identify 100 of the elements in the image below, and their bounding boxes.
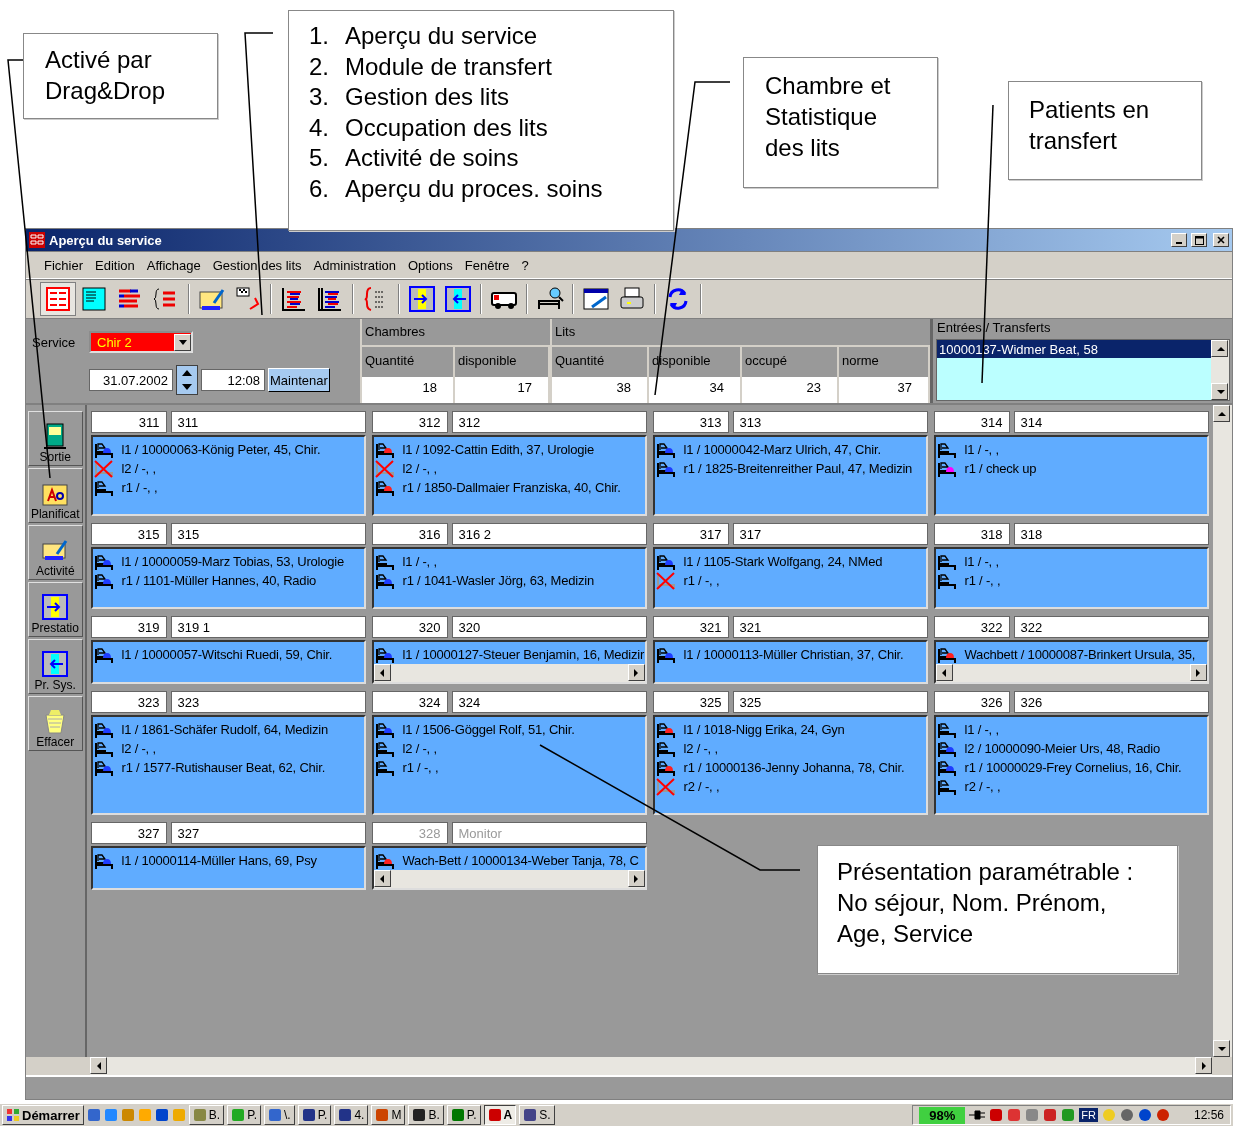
list-item: 1. Aperçu du service	[309, 21, 539, 51]
bed-entry[interactable]: r1 / 1041-Wasler Jörg, 63, Medizin	[402, 573, 594, 588]
callout-text: Activé par Drag&Drop	[45, 45, 167, 106]
scroll-right-button[interactable]	[627, 664, 645, 681]
bed-entry[interactable]: l2 / -, ,	[402, 461, 437, 476]
bed-entry[interactable]: l1 / 1092-Cattin Edith, 37, Urologie	[402, 442, 595, 457]
callout-text: Présentation paramétrable : No séjour, Nom. Prénom, Age, Service	[837, 857, 1135, 949]
scroll-down-button[interactable]	[1211, 383, 1228, 400]
sidebar-button[interactable]: Activité	[28, 525, 83, 580]
plug-icon	[969, 1109, 986, 1121]
scroll-left-button[interactable]	[935, 664, 953, 681]
bed-entry[interactable]: l1 / 10000113-Müller Christian, 37, Chir.	[683, 647, 904, 662]
app-icon	[338, 1108, 353, 1122]
bed-entry[interactable]: r1 / -, ,	[683, 573, 720, 588]
taskbar-button[interactable]: \.	[263, 1105, 295, 1125]
bed-entry[interactable]: l2 / -, ,	[683, 741, 718, 756]
occupied-bed-icon	[374, 720, 395, 739]
maximize-button[interactable]	[1191, 233, 1207, 247]
bed-entry[interactable]: Wachbett / 10000087-Brinkert Ursula, 35,	[964, 647, 1196, 662]
taskbar-button[interactable]: P.	[446, 1105, 481, 1125]
bed-entry[interactable]: l1 / -, ,	[402, 554, 437, 569]
now-button[interactable]: Maintenar	[268, 368, 330, 392]
windows-logo-icon	[6, 1108, 20, 1122]
bed-entry[interactable]: r2 / -, ,	[964, 779, 1001, 794]
sidebar-button[interactable]: Pr. Sys.	[28, 639, 83, 694]
maximize-icon	[1194, 235, 1204, 245]
close-icon	[1217, 236, 1225, 244]
room-name: 313	[732, 411, 928, 433]
menu-item[interactable]: Edition	[95, 257, 135, 273]
taskbar-button[interactable]: P.	[227, 1105, 261, 1125]
room-number: 321	[652, 616, 729, 638]
bed-entry[interactable]: l1 / 10000114-Müller Hans, 69, Psy	[121, 853, 317, 868]
bed-entry[interactable]: r1 / 1825-Breitenreither Paul, 47, Medizin	[683, 461, 913, 476]
bed-entry[interactable]: r1 / -, ,	[402, 760, 439, 775]
bed-entry[interactable]: l1 / 10000063-König Peter, 45, Chir.	[121, 442, 321, 457]
menu-item[interactable]: ?	[521, 257, 529, 273]
tray-icon	[989, 1108, 1004, 1122]
bed-entry[interactable]: r1 / 1577-Rutishauser Beat, 62, Chir.	[121, 760, 326, 775]
bed-entry[interactable]: r1 / -, ,	[121, 480, 158, 495]
scroll-up-button[interactable]	[1211, 340, 1228, 357]
time-field[interactable]: 12:08	[201, 369, 265, 391]
occupied-bed-icon	[374, 478, 395, 497]
bed-entry[interactable]: r1 / 1850-Dallmaier Franziska, 40, Chir.	[402, 480, 621, 495]
room-name: 325	[732, 691, 928, 713]
bed-icon	[93, 739, 114, 758]
bed-entry[interactable]: l1 / 10000057-Witschi Ruedi, 59, Chir.	[121, 647, 333, 662]
menu-item[interactable]: Administration	[313, 257, 396, 273]
taskbar-button[interactable]: B.	[188, 1105, 225, 1125]
bed-entry[interactable]: l1 / 1861-Schäfer Rudolf, 64, Medizin	[121, 722, 329, 737]
bed-entry[interactable]: r1 / check up	[964, 461, 1037, 476]
taskbar-button[interactable]: A	[483, 1105, 517, 1125]
bed-entry[interactable]: l2 / -, ,	[121, 741, 156, 756]
taskbar-button[interactable]: 4.	[334, 1105, 369, 1125]
bed-entry[interactable]: l1 / -, ,	[964, 554, 999, 569]
taskbar-button[interactable]: B.	[408, 1105, 444, 1125]
scroll-right-button[interactable]	[1195, 1057, 1212, 1074]
bed-entry[interactable]: r1 / 1101-Müller Hannes, 40, Radio	[121, 573, 317, 588]
service-dropdown[interactable]: Chir 2	[89, 331, 193, 353]
taskbar-button[interactable]: M	[371, 1105, 406, 1125]
taskbar-button[interactable]: P.	[297, 1105, 332, 1125]
scroll-left-button[interactable]	[90, 1057, 107, 1074]
bed-entry[interactable]: l2 / -, ,	[121, 461, 156, 476]
tray-icon	[1119, 1108, 1134, 1122]
taskbar-button[interactable]: S.	[519, 1105, 555, 1125]
bed-entry[interactable]: l1 / 1018-Nigg Erika, 24, Gyn	[683, 722, 845, 737]
menu-item[interactable]: Affichage	[146, 257, 201, 273]
bed-entry[interactable]: r1 / -, ,	[964, 573, 1001, 588]
bed-entry[interactable]: r1 / 10000029-Frey Cornelius, 16, Chir.	[964, 760, 1182, 775]
room-name: 311	[170, 411, 366, 433]
menu-item[interactable]: Fenêtre	[464, 257, 510, 273]
bed-entry[interactable]: l1 / 1506-Göggel Rolf, 51, Chir.	[402, 722, 575, 737]
start-button[interactable]: Démarrer	[2, 1105, 84, 1125]
bed-entry[interactable]: l1 / 10000059-Marz Tobias, 53, Urologie	[121, 554, 345, 569]
bed-entry[interactable]: l1 / -, ,	[964, 722, 999, 737]
menu-item[interactable]: Fichier	[44, 257, 83, 273]
menu-item[interactable]: Gestion des lits	[212, 257, 302, 273]
bed-entry[interactable]: r1 / 10000136-Jenny Johanna, 78, Chir.	[683, 760, 905, 775]
column-heading: norme	[841, 352, 880, 370]
scroll-left-button[interactable]	[373, 664, 391, 681]
bed-entry[interactable]: l2 / -, ,	[402, 741, 437, 756]
sidebar-button[interactable]: Effacer	[28, 696, 83, 751]
transfer-item[interactable]: 10000137-Widmer Beat, 58	[937, 340, 1211, 358]
menu-item[interactable]: Options	[408, 257, 453, 273]
date-spinner[interactable]	[176, 365, 198, 395]
bed-entry[interactable]: l1 / -, ,	[964, 442, 999, 457]
sidebar-button[interactable]: Prestatio	[28, 582, 83, 637]
bed-entry[interactable]: l1 / 1105-Stark Wolfgang, 24, NMed	[683, 554, 883, 569]
room-number: 312	[371, 411, 448, 433]
bed-entry[interactable]: l1 / 10000042-Marz Ulrich, 47, Chir.	[683, 442, 881, 457]
scroll-right-button[interactable]	[1189, 664, 1207, 681]
room-number: 327	[90, 822, 167, 844]
minimize-button[interactable]	[1171, 233, 1187, 247]
room-name: 320	[451, 616, 647, 638]
bed-entry[interactable]: l1 / 10000127-Steuer Benjamin, 16, Medizir	[402, 647, 645, 662]
bed-entry[interactable]: l2 / 10000090-Meier Urs, 48, Radio	[964, 741, 1161, 756]
date-field[interactable]: 31.07.2002	[89, 369, 173, 391]
sidebar-button[interactable]: Planificat	[28, 468, 83, 523]
bed-icon	[93, 478, 114, 497]
close-button[interactable]	[1213, 233, 1229, 247]
bed-entry[interactable]: r2 / -, ,	[683, 779, 720, 794]
